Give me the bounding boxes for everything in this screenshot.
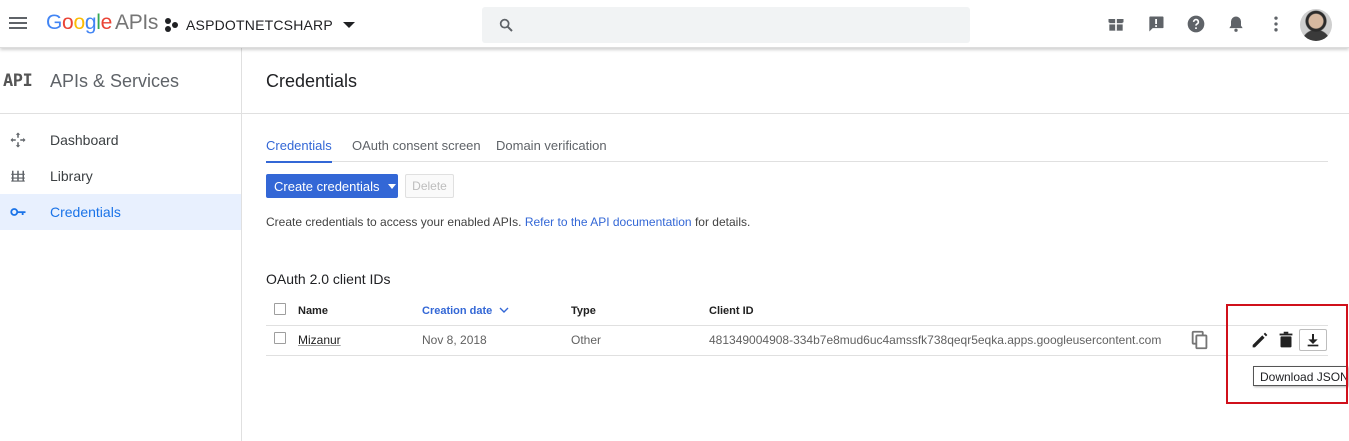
sidebar-item-dashboard[interactable]: Dashboard xyxy=(0,122,241,158)
sidebar-item-library[interactable]: Library xyxy=(0,158,241,194)
row-checkbox[interactable] xyxy=(274,332,286,344)
library-icon xyxy=(11,170,25,182)
more-vert-icon[interactable] xyxy=(1266,14,1286,34)
sidebar-item-label: Dashboard xyxy=(50,132,119,148)
download-json-tooltip: Download JSON xyxy=(1253,366,1348,386)
project-selector[interactable]: ASPDOTNETCSHARP xyxy=(164,13,355,37)
sidebar-item-label: Library xyxy=(50,168,93,184)
info-text-main: Create credentials to access your enable… xyxy=(266,215,522,229)
info-text-suffix: for details. xyxy=(694,215,751,229)
search-icon xyxy=(499,18,513,32)
dashboard-icon xyxy=(10,132,26,148)
gift-icon[interactable] xyxy=(1106,14,1126,34)
sidebar-item-credentials[interactable]: Credentials xyxy=(0,194,241,230)
page-header: Credentials xyxy=(242,48,1349,114)
project-name: ASPDOTNETCSHARP xyxy=(186,17,333,33)
menu-icon[interactable] xyxy=(8,14,28,34)
tab-domain-verification[interactable]: Domain verification xyxy=(496,138,607,161)
logo-letter: o xyxy=(62,11,74,34)
search-input[interactable] xyxy=(526,15,946,35)
create-credentials-button[interactable]: Create credentials xyxy=(266,174,398,198)
key-icon xyxy=(10,208,26,216)
logo-letter: e xyxy=(100,11,113,34)
column-header-type[interactable]: Type xyxy=(571,305,596,317)
sidebar-title: APIs & Services xyxy=(50,71,180,91)
column-header-name[interactable]: Name xyxy=(298,305,328,317)
client-name-link[interactable]: Mizanur xyxy=(298,333,341,347)
download-icon xyxy=(1307,334,1319,347)
delete-icon[interactable] xyxy=(1275,329,1297,351)
section-title: OAuth 2.0 client IDs xyxy=(266,271,391,287)
sidebar-header: API APIs & Services xyxy=(0,48,241,114)
copy-icon[interactable] xyxy=(1189,329,1211,351)
logo-letter: G xyxy=(46,11,63,34)
feedback-icon[interactable] xyxy=(1146,14,1166,34)
tabs: Credentials OAuth consent screen Domain … xyxy=(266,130,1328,163)
edit-icon[interactable] xyxy=(1249,329,1271,351)
table-header: Name Creation date Type Client ID xyxy=(266,296,1328,326)
project-icon xyxy=(164,17,180,33)
creation-date: Nov 8, 2018 xyxy=(422,333,487,347)
table-row: Mizanur Nov 8, 2018 Other 481349004908-3… xyxy=(266,324,1328,356)
avatar[interactable] xyxy=(1300,9,1332,41)
tab-oauth-consent-screen[interactable]: OAuth consent screen xyxy=(352,138,481,161)
client-id: 481349004908-334b7e8mud6uc4amssfk738qeqr… xyxy=(709,333,1162,347)
sidebar-item-label: Credentials xyxy=(50,204,121,220)
tab-credentials[interactable]: Credentials xyxy=(266,138,332,163)
column-header-creation-date[interactable]: Creation date xyxy=(422,305,509,317)
api-documentation-link[interactable]: Refer to the API documentation xyxy=(525,215,692,229)
column-header-label: Creation date xyxy=(422,305,493,317)
info-text: Create credentials to access your enable… xyxy=(266,215,750,229)
page-title: Credentials xyxy=(266,71,358,91)
logo-letter: o xyxy=(73,11,85,34)
top-bar: Google APIs ASPDOTNETCSHARP xyxy=(0,0,1349,48)
logo-letter: g xyxy=(84,11,97,34)
sidebar: API APIs & Services Dashboard Library Cr… xyxy=(0,48,242,441)
select-all-checkbox[interactable] xyxy=(274,303,286,315)
delete-button[interactable]: Delete xyxy=(405,174,454,198)
logo-suffix: APIs xyxy=(114,11,159,34)
create-credentials-label: Create credentials xyxy=(274,178,380,194)
chevron-down-icon xyxy=(387,183,396,189)
help-icon[interactable] xyxy=(1186,14,1206,34)
chevron-down-icon xyxy=(342,22,355,28)
api-badge-icon: API xyxy=(3,71,33,91)
client-type: Other xyxy=(571,333,602,347)
download-json-button[interactable] xyxy=(1299,329,1327,351)
search-bar[interactable] xyxy=(482,7,970,43)
notifications-icon[interactable] xyxy=(1226,14,1246,34)
google-apis-logo[interactable]: Google APIs xyxy=(46,11,158,35)
column-header-client-id[interactable]: Client ID xyxy=(709,305,754,317)
sort-desc-icon xyxy=(499,307,509,313)
